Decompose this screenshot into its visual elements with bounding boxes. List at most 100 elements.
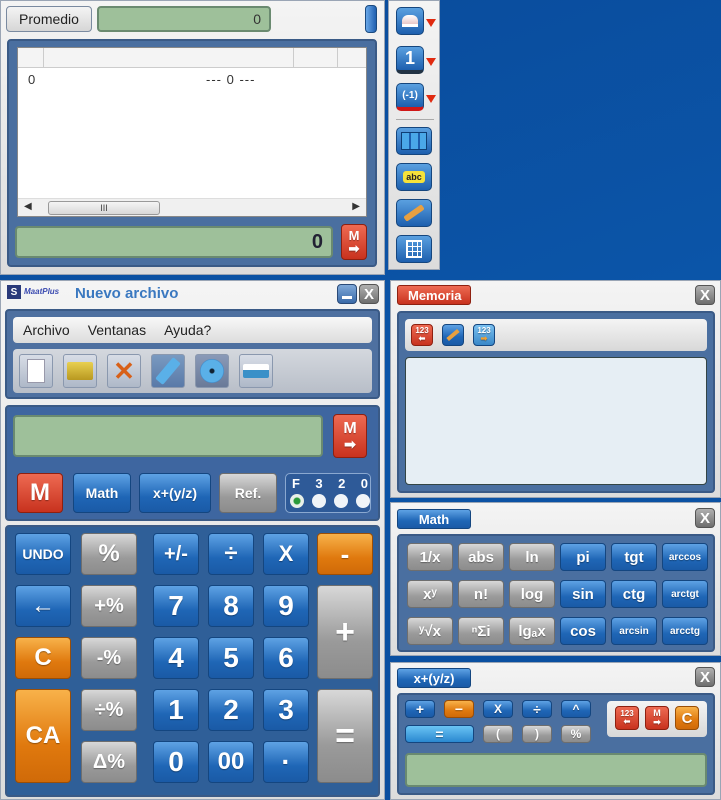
- math-key-tgt[interactable]: tgt: [611, 543, 657, 571]
- menu-archivo[interactable]: Archivo: [23, 322, 70, 338]
- memory-store-button[interactable]: M ➡: [333, 414, 367, 458]
- key-9[interactable]: 9: [263, 585, 309, 627]
- key-6[interactable]: 6: [263, 637, 309, 679]
- decimals-radio-2[interactable]: [334, 494, 348, 508]
- fraction-equals-key[interactable]: =: [405, 725, 474, 743]
- ref-button[interactable]: Ref.: [219, 473, 277, 513]
- key-7[interactable]: 7: [153, 585, 199, 627]
- fraction-clear-button[interactable]: C: [675, 706, 699, 730]
- delta-percent-key[interactable]: Δ%: [81, 741, 137, 783]
- minus-key[interactable]: -: [317, 533, 373, 575]
- equals-key[interactable]: =: [317, 689, 373, 783]
- menu-ventanas[interactable]: Ventanas: [88, 322, 146, 338]
- column-header[interactable]: [338, 48, 366, 67]
- math-key-arccos[interactable]: arccos: [662, 543, 708, 571]
- clear-key[interactable]: C: [15, 637, 71, 679]
- column-header[interactable]: [294, 48, 338, 67]
- horizontal-scrollbar[interactable]: ◀ III ▶: [18, 198, 366, 216]
- plus-key[interactable]: +: [317, 585, 373, 679]
- math-key-ctg[interactable]: ctg: [611, 580, 657, 608]
- key-8[interactable]: 8: [208, 585, 254, 627]
- math-key-arctgt[interactable]: arctgt: [662, 580, 708, 608]
- math-key-abs[interactable]: abs: [458, 543, 504, 571]
- open-file-button[interactable]: [63, 354, 97, 388]
- store-memory-button[interactable]: 123 ➡: [473, 324, 495, 346]
- fraction-memory-button[interactable]: M ➡: [645, 706, 669, 730]
- notes-button[interactable]: [396, 199, 432, 227]
- clear-all-key[interactable]: CA: [15, 689, 71, 783]
- backspace-key[interactable]: ←: [15, 585, 71, 627]
- fraction-minus-key[interactable]: −: [444, 700, 474, 718]
- minimize-button[interactable]: [337, 284, 357, 304]
- math-key-sin[interactable]: sin: [560, 580, 606, 608]
- scroll-left-arrow[interactable]: ◀: [24, 201, 32, 212]
- math-key-root[interactable]: ʸ√x: [407, 617, 453, 645]
- scroll-handle[interactable]: [365, 5, 377, 33]
- usb-button[interactable]: [151, 354, 185, 388]
- key-4[interactable]: 4: [153, 637, 199, 679]
- decimals-radio-3[interactable]: [312, 494, 326, 508]
- divide-key[interactable]: ÷: [208, 533, 254, 575]
- fraction-power-key[interactable]: ^: [561, 700, 591, 718]
- table-row[interactable]: 0 --- 0 ---: [18, 72, 366, 90]
- math-key-arcsin[interactable]: arcsin: [611, 617, 657, 645]
- close-paren-key[interactable]: ): [522, 725, 552, 743]
- subtract-percent-key[interactable]: -%: [81, 637, 137, 679]
- column-header[interactable]: [18, 48, 44, 67]
- menu-ayuda[interactable]: Ayuda?: [164, 322, 211, 338]
- math-key-ln[interactable]: ln: [509, 543, 555, 571]
- key-5[interactable]: 5: [208, 637, 254, 679]
- key-2[interactable]: 2: [208, 689, 254, 731]
- math-key-cos[interactable]: cos: [560, 617, 606, 645]
- math-key-arcctg[interactable]: arcctg: [662, 617, 708, 645]
- memory-store-button[interactable]: M ➡: [341, 224, 367, 260]
- table-button[interactable]: [396, 127, 432, 155]
- key-1[interactable]: 1: [153, 689, 199, 731]
- undo-key[interactable]: UNDO: [15, 533, 71, 575]
- scroll-right-arrow[interactable]: ▶: [352, 201, 360, 212]
- mode-button[interactable]: Promedio: [6, 6, 92, 32]
- fraction-recall-button[interactable]: 123 ⬅: [615, 706, 639, 730]
- fraction-mode-button[interactable]: x+(y/z): [139, 473, 211, 513]
- close-button[interactable]: X: [695, 667, 715, 687]
- fraction-multiply-key[interactable]: X: [483, 700, 513, 718]
- decimal-point-key[interactable]: ·: [263, 741, 309, 783]
- column-header[interactable]: [44, 48, 294, 67]
- grid-button[interactable]: [396, 235, 432, 263]
- multiply-key[interactable]: X: [263, 533, 309, 575]
- decimals-button[interactable]: 1: [396, 46, 424, 74]
- math-key-summation[interactable]: ⁿΣi: [458, 617, 504, 645]
- decimals-radio-0[interactable]: [356, 494, 370, 508]
- open-paren-key[interactable]: (: [483, 725, 513, 743]
- eraser-button[interactable]: [396, 7, 424, 35]
- text-button[interactable]: abc: [396, 163, 432, 191]
- negative-button[interactable]: (-1): [396, 83, 424, 111]
- close-button[interactable]: X: [695, 285, 715, 305]
- fraction-percent-key[interactable]: %: [561, 725, 591, 743]
- close-button[interactable]: X: [359, 284, 379, 304]
- math-mode-button[interactable]: Math: [73, 473, 131, 513]
- edit-memory-button[interactable]: [442, 324, 464, 346]
- math-key-pi[interactable]: pi: [560, 543, 606, 571]
- dropdown-arrow-icon[interactable]: [426, 95, 436, 103]
- fraction-divide-key[interactable]: ÷: [522, 700, 552, 718]
- fraction-plus-key[interactable]: +: [405, 700, 435, 718]
- percent-key[interactable]: %: [81, 533, 137, 575]
- scrollbar-thumb[interactable]: III: [48, 201, 160, 215]
- math-key-reciprocal[interactable]: 1/x: [407, 543, 453, 571]
- memory-button[interactable]: M: [17, 473, 63, 513]
- print-button[interactable]: [239, 354, 273, 388]
- divide-percent-key[interactable]: ÷%: [81, 689, 137, 731]
- sign-key[interactable]: +/-: [153, 533, 199, 575]
- dropdown-arrow-icon[interactable]: [426, 19, 436, 27]
- key-3[interactable]: 3: [263, 689, 309, 731]
- dropdown-arrow-icon[interactable]: [426, 58, 436, 66]
- recall-memory-button[interactable]: 123 ⬅: [411, 324, 433, 346]
- math-key-power[interactable]: xʸ: [407, 580, 453, 608]
- delete-button[interactable]: ✕: [107, 354, 141, 388]
- math-key-log[interactable]: log: [509, 580, 555, 608]
- add-percent-key[interactable]: +%: [81, 585, 137, 627]
- disc-button[interactable]: [195, 354, 229, 388]
- key-0[interactable]: 0: [153, 741, 199, 783]
- key-00[interactable]: 00: [208, 741, 254, 783]
